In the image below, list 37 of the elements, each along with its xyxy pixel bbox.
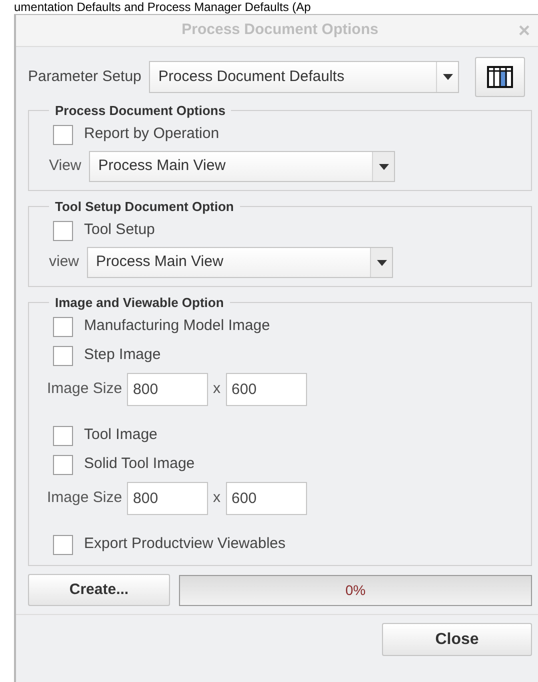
columns-icon xyxy=(487,66,514,88)
checkbox-label: Solid Tool Image xyxy=(84,454,195,474)
caret-icon xyxy=(442,74,453,80)
width-field[interactable]: 800 xyxy=(127,482,208,515)
caret-icon xyxy=(376,260,387,266)
view-dropdown[interactable]: Process Main View xyxy=(87,247,394,278)
height-field[interactable]: 600 xyxy=(226,482,307,515)
checkbox-label: Export Productview Viewables xyxy=(84,534,286,554)
checkbox-label: Manufacturing Model Image xyxy=(84,316,270,336)
checkbox[interactable] xyxy=(53,220,73,240)
checkbox[interactable] xyxy=(53,454,73,474)
progress-reading: 0% xyxy=(345,580,366,600)
create-button[interactable]: Create... xyxy=(28,574,170,606)
checkbox[interactable] xyxy=(53,534,73,554)
width-field[interactable]: 800 xyxy=(127,373,208,406)
page-text: umentation Defaults and Process Manager Defaults (Ap xyxy=(14,0,312,14)
checkbox[interactable] xyxy=(53,346,73,366)
checkbox[interactable] xyxy=(53,426,73,446)
checkbox-label: Report by Operation xyxy=(84,124,220,144)
checkbox-label: Tool Setup xyxy=(84,220,155,240)
checkbox-label: Step Image xyxy=(84,345,161,366)
view-dropdown[interactable]: Process Main View xyxy=(89,151,396,182)
checkbox-label: Tool Image xyxy=(84,425,158,446)
columns-button[interactable] xyxy=(475,57,526,97)
height-field[interactable]: 600 xyxy=(226,373,307,406)
view-label: view xyxy=(49,252,80,272)
image-size-label: Image Size xyxy=(47,379,122,400)
view-label: View xyxy=(49,156,82,176)
checkbox[interactable] xyxy=(53,316,73,336)
checkbox[interactable] xyxy=(53,124,73,144)
image-size-label: Image Size xyxy=(47,488,122,508)
parameter-setup-dropdown[interactable]: Process Document Defaults xyxy=(149,61,460,93)
caret-icon xyxy=(378,164,389,170)
parameter-setup-label: Parameter Setup xyxy=(28,66,142,87)
close-button[interactable]: Close xyxy=(382,623,532,656)
times-sign: x xyxy=(213,488,221,508)
times-sign: x xyxy=(213,379,221,400)
